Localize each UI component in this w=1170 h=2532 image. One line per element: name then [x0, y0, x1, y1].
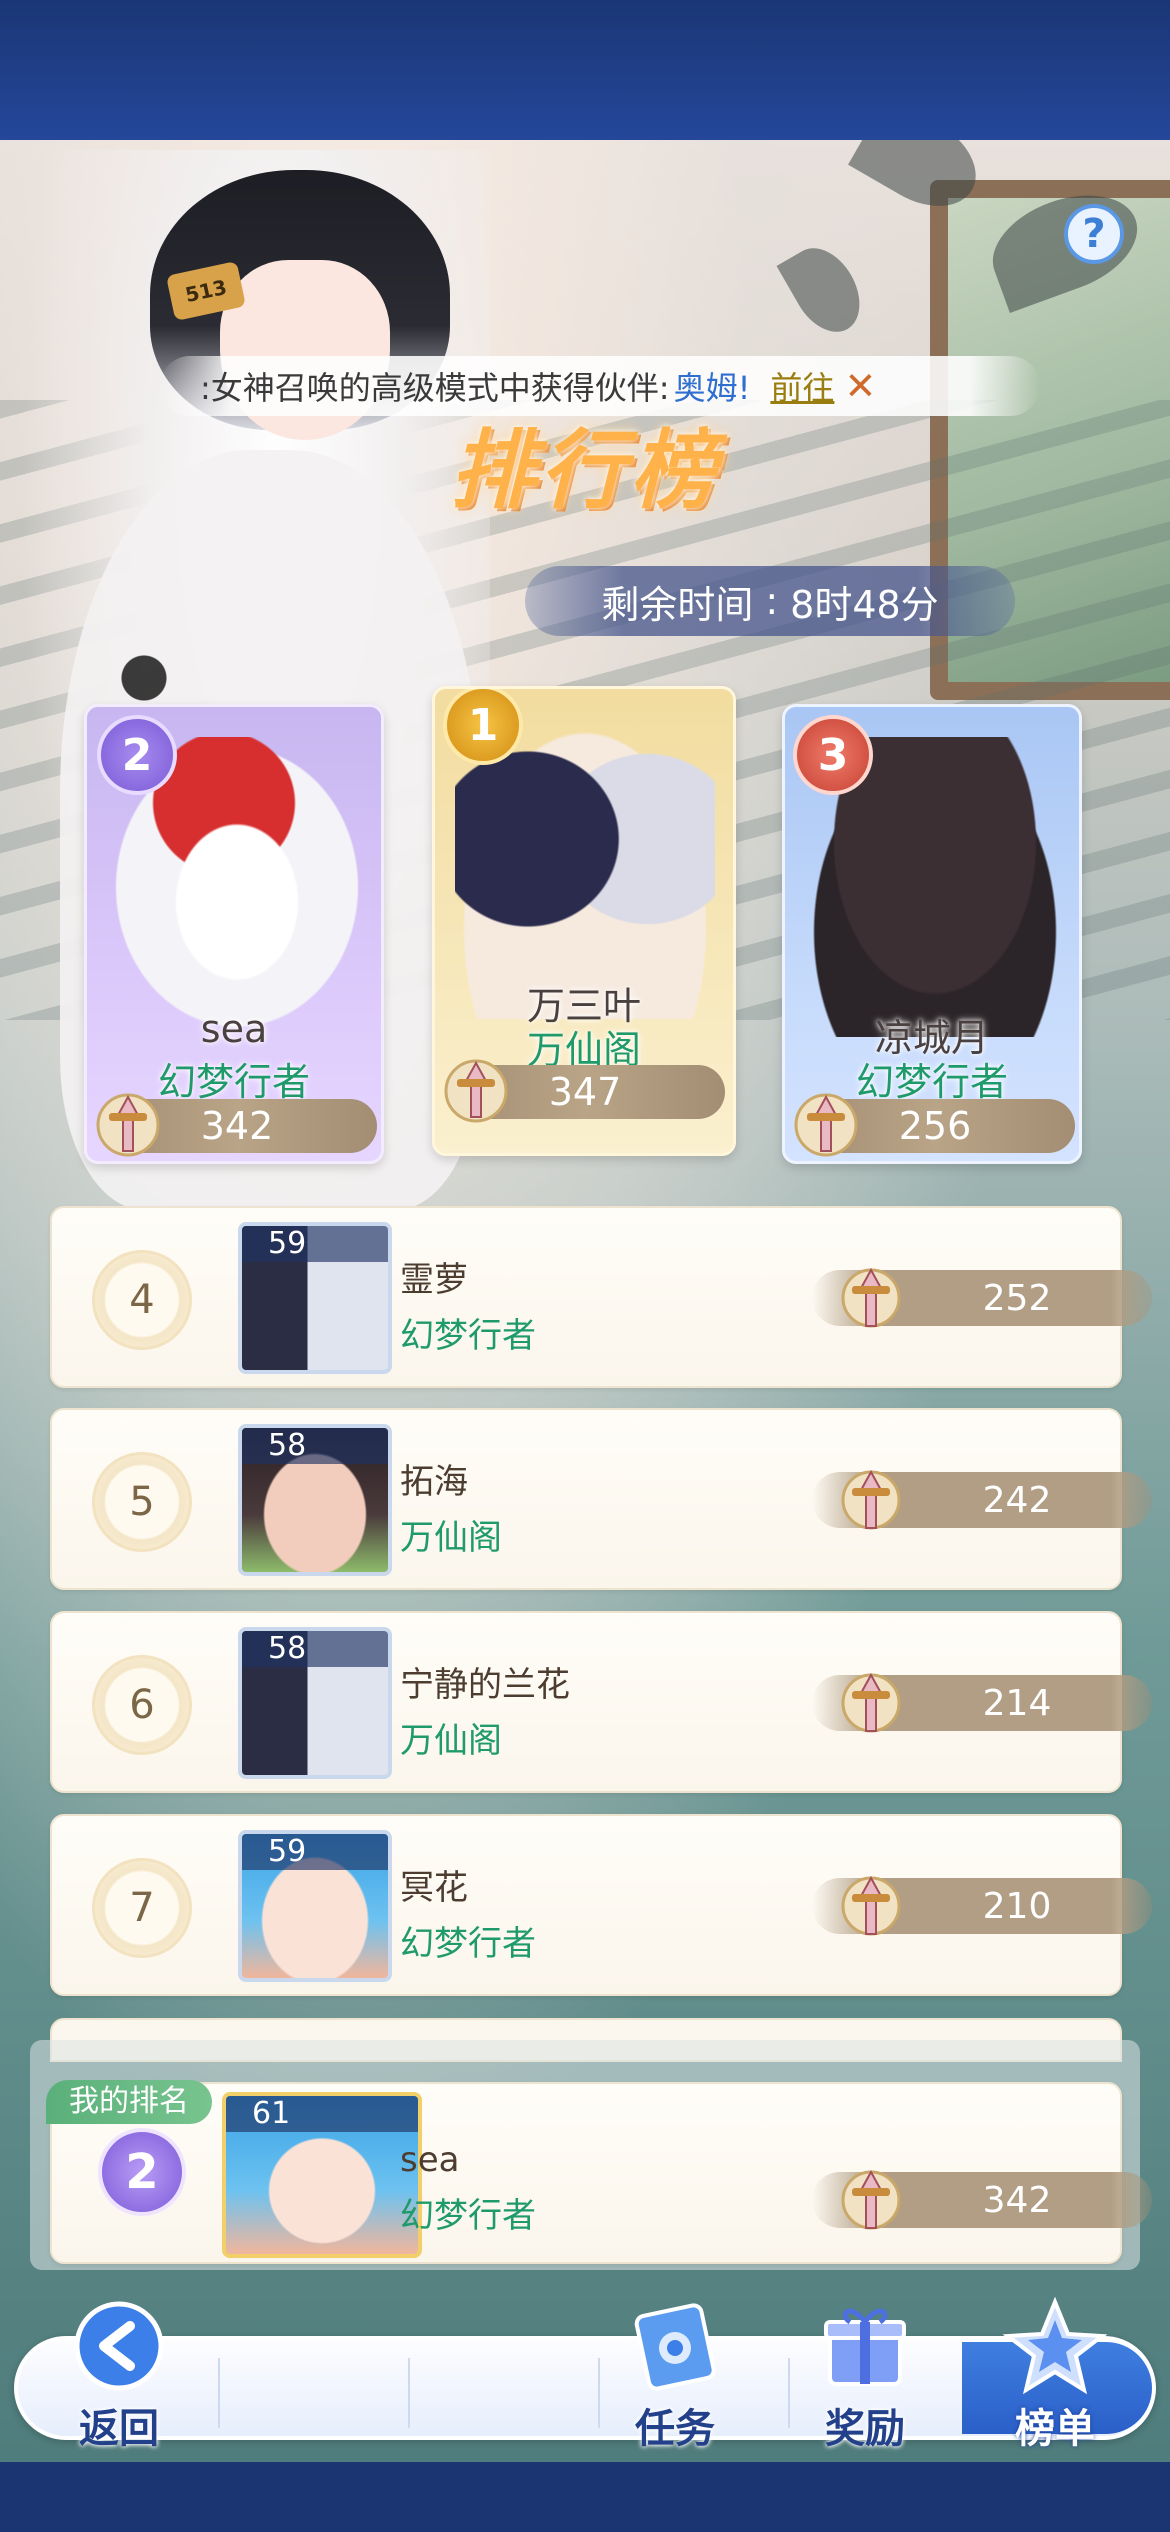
player-guild: 幻梦行者: [400, 1924, 536, 1964]
ranking-row[interactable]: 5 58 拓海 万仙阁 242: [50, 1408, 1152, 1590]
gift-box-icon: [824, 2308, 906, 2386]
timer-label: 剩余时间: [601, 582, 754, 627]
score-value: 242: [982, 1479, 1052, 1521]
podium-card-rank-2[interactable]: 2 sea 幻梦行者 342: [84, 704, 384, 1164]
player-guild: 幻梦行者: [400, 1316, 536, 1356]
scroll-icon: [634, 2303, 716, 2391]
back-button[interactable]: 返回: [44, 2296, 194, 2452]
avatar[interactable]: 59: [238, 1830, 392, 1982]
player-name: 拓海: [400, 1462, 468, 1502]
trophy-icon: [444, 1059, 508, 1123]
player-name: 霊萝: [400, 1260, 468, 1300]
help-button[interactable]: ?: [1064, 204, 1124, 264]
rank-number: 5: [92, 1452, 192, 1552]
trophy-icon: [841, 1875, 901, 1936]
leaf-decoration: [776, 236, 874, 344]
ranking-row[interactable]: 7 59 冥花 幻梦行者 210: [50, 1814, 1152, 1996]
timer-separator: :: [765, 579, 779, 623]
player-guild: 幻梦行者: [400, 2196, 536, 2236]
page-title: 排行榜: [450, 421, 720, 521]
nav-back-label: 返回: [79, 2406, 159, 2452]
nav-rewards-label: 奖励: [825, 2406, 905, 2452]
trophy-icon: [841, 1672, 901, 1733]
player-name: sea: [200, 1007, 268, 1051]
score-value: 256: [898, 1104, 972, 1148]
player-guild: 万仙阁: [400, 1518, 502, 1558]
avatar-level: 59: [242, 1226, 388, 1262]
trophy-icon: [794, 1093, 858, 1157]
nav-divider: [218, 2358, 220, 2428]
score-value: 342: [200, 1104, 274, 1148]
remaining-time: 剩余时间 : 8时48分: [525, 566, 1015, 636]
my-rank-label: 我的排名: [46, 2080, 212, 2124]
rank-3-badge-icon: 3: [793, 715, 873, 795]
avatar[interactable]: 58: [238, 1627, 392, 1779]
rank-number: 7: [92, 1858, 192, 1958]
ranking-row[interactable]: 6 58 宁静的兰花 万仙阁 214: [50, 1611, 1152, 1793]
rank-number: 4: [92, 1250, 192, 1350]
trophy-icon: [841, 2169, 901, 2230]
rank-2-badge-icon: 2: [98, 2128, 186, 2216]
player-name: 冥花: [400, 1868, 468, 1908]
nav-tasks[interactable]: 任务: [600, 2296, 750, 2452]
nav-ranking[interactable]: 榜单: [980, 2296, 1130, 2452]
avatar-level: 58: [242, 1631, 388, 1667]
score-value: 342: [982, 2179, 1052, 2221]
avatar[interactable]: 61: [222, 2092, 422, 2258]
trophy-icon: [96, 1093, 160, 1157]
nav-tasks-label: 任务: [635, 2406, 715, 2452]
avatar-level: 59: [242, 1834, 388, 1870]
rank-1-badge-icon: 1: [443, 689, 523, 765]
nav-rewards[interactable]: 奖励: [790, 2296, 940, 2452]
star-icon: [1002, 2296, 1108, 2395]
timer-value: 8时48分: [790, 582, 939, 627]
rank-number: 6: [92, 1655, 192, 1755]
trophy-icon: [841, 1267, 901, 1328]
podium-card-rank-1[interactable]: 1 万三叶 万仙阁 347: [432, 686, 736, 1156]
player-name: sea: [400, 2140, 460, 2180]
player-name: 宁静的兰花: [400, 1665, 570, 1705]
nav-ranking-label: 榜单: [1015, 2406, 1095, 2452]
score-value: 210: [982, 1885, 1052, 1927]
bottom-bar: [0, 2462, 1170, 2532]
avatar[interactable]: 59: [238, 1222, 392, 1374]
rank-2-badge-icon: 2: [97, 715, 177, 795]
my-rank-row[interactable]: 61 sea 幻梦行者 342: [50, 2082, 1152, 2264]
avatar-level: 61: [226, 2096, 418, 2132]
podium-card-rank-3[interactable]: 3 凉城月 幻梦行者 256: [782, 704, 1082, 1164]
score-pill: 256: [794, 1093, 1075, 1157]
back-arrow-icon: [74, 2301, 164, 2391]
avatar[interactable]: 58: [238, 1424, 392, 1576]
character-portrait: [455, 719, 715, 1019]
score-value: 347: [548, 1070, 622, 1114]
score-value: 252: [982, 1277, 1052, 1319]
avatar-level: 58: [242, 1428, 388, 1464]
nav-divider: [408, 2358, 410, 2428]
score-pill: 347: [444, 1059, 725, 1123]
ranking-row[interactable]: 4 59 霊萝 幻梦行者 252: [50, 1206, 1152, 1388]
score-pill: 342: [96, 1093, 377, 1157]
score-value: 214: [982, 1682, 1052, 1724]
top-bar: [0, 0, 1170, 140]
trophy-icon: [841, 1469, 901, 1530]
player-guild: 万仙阁: [400, 1721, 502, 1761]
